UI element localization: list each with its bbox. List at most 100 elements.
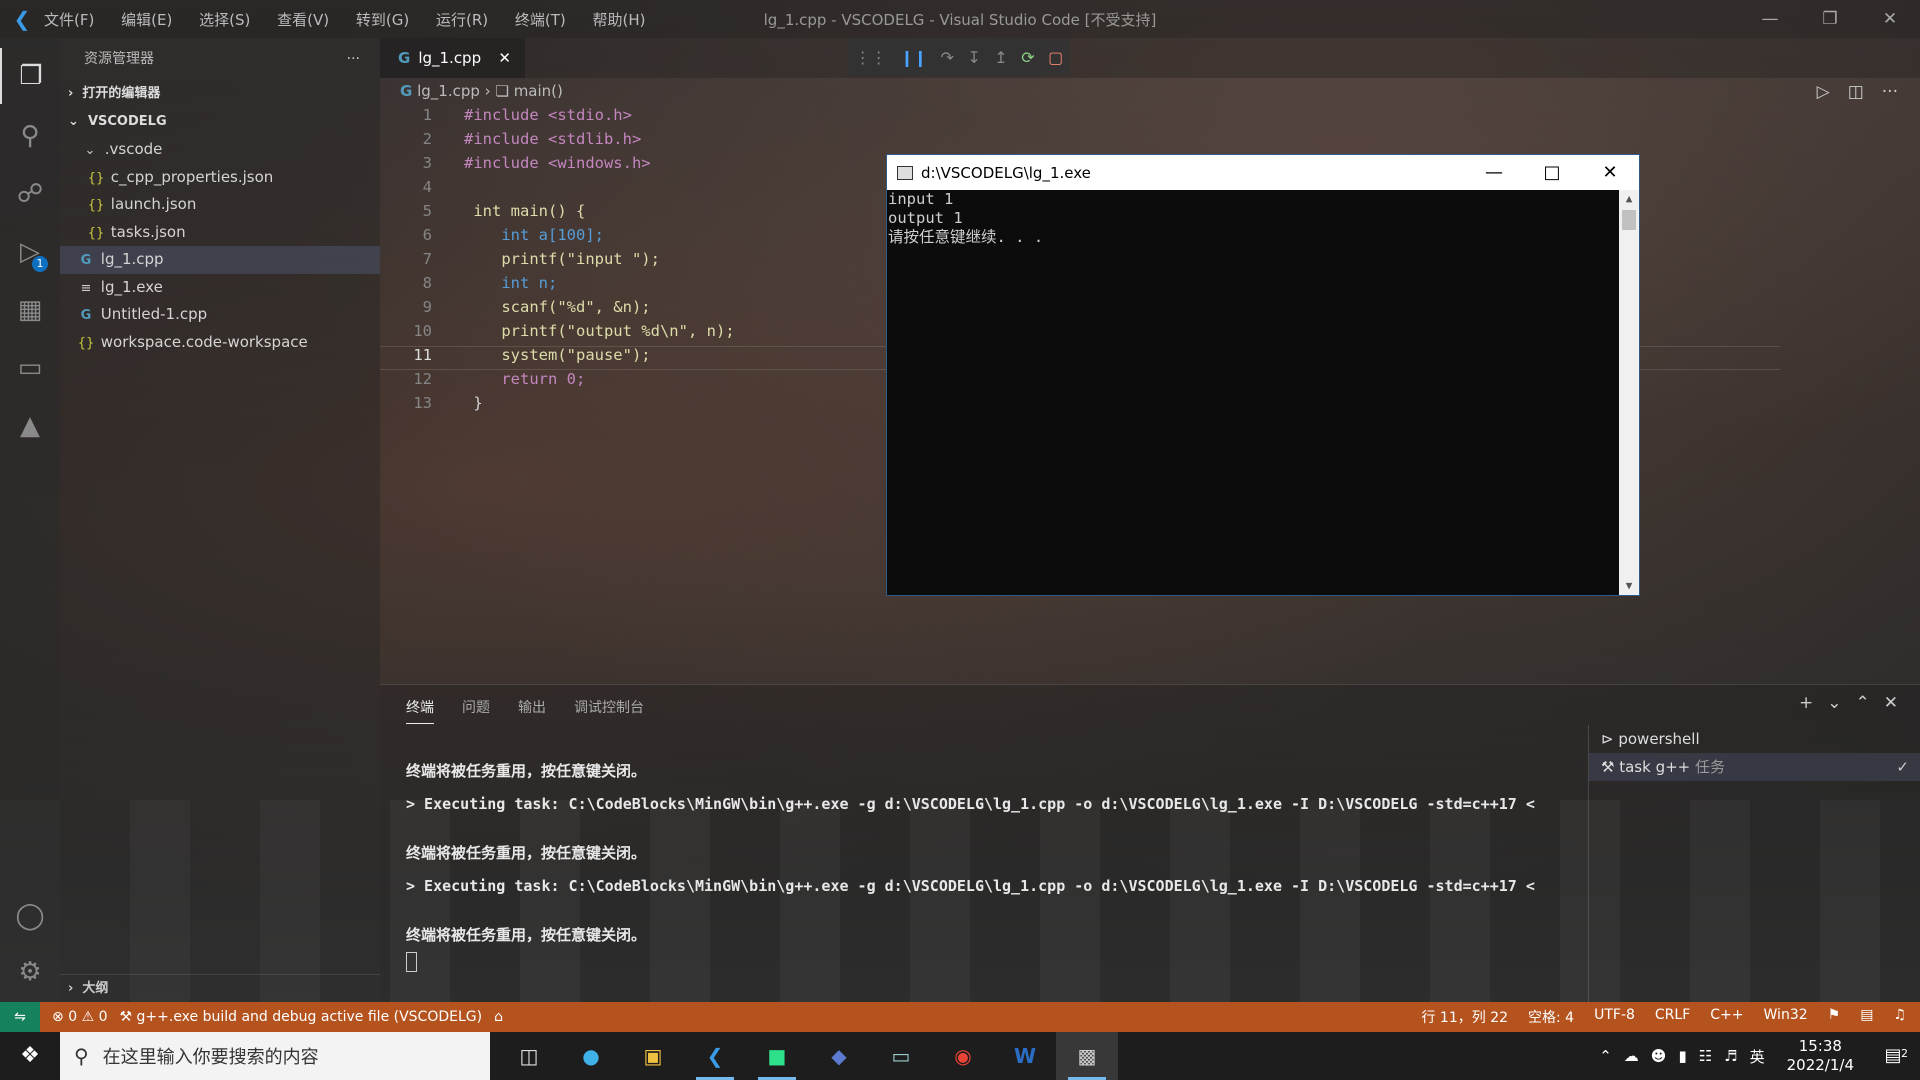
onedrive-icon[interactable]: ☁: [1624, 1047, 1639, 1065]
line-ending[interactable]: CRLF: [1655, 1007, 1690, 1027]
breadcrumb-file[interactable]: lg_1.cpp: [417, 82, 480, 100]
vscode-app-icon[interactable]: ❮: [684, 1032, 746, 1080]
stop-icon[interactable]: ▢: [1048, 48, 1063, 67]
tree-item-c-cpp-properties[interactable]: {} c_cpp_properties.json: [60, 164, 380, 192]
cursor-position[interactable]: 行 11，列 22: [1421, 1007, 1508, 1027]
terminal-item-task[interactable]: ⚒ task g++ 任务 ✓: [1589, 753, 1920, 781]
bell-icon[interactable]: ♫: [1893, 1007, 1906, 1027]
remote-explorer-icon[interactable]: ▭: [0, 340, 60, 396]
search-icon[interactable]: ⚲: [0, 108, 60, 164]
outline-section[interactable]: › 大纲: [60, 974, 380, 1002]
codeblocks-icon[interactable]: ◆: [808, 1032, 870, 1080]
menu-run[interactable]: 运行(R): [436, 11, 488, 29]
restart-icon[interactable]: ⟳: [1021, 48, 1034, 67]
tree-item-tasks-json[interactable]: {} tasks.json: [60, 219, 380, 247]
run-code-icon[interactable]: ▷: [1817, 82, 1830, 102]
menu-go[interactable]: 转到(G): [356, 11, 409, 29]
breadcrumb-symbol[interactable]: main(): [514, 82, 563, 100]
encoding[interactable]: UTF-8: [1594, 1007, 1635, 1027]
active-task[interactable]: ⚒ g++.exe build and debug active file (V…: [120, 1009, 483, 1025]
minimize-icon[interactable]: —: [1740, 0, 1800, 38]
workspace-folder-section[interactable]: ⌄ VSCODELG: [60, 108, 380, 136]
volume-icon[interactable]: ♬: [1724, 1047, 1737, 1065]
edge-icon[interactable]: ●: [560, 1032, 622, 1080]
tab-lg1-cpp[interactable]: G lg_1.cpp ✕: [380, 38, 525, 78]
indentation[interactable]: 空格: 4: [1528, 1007, 1574, 1027]
new-terminal-icon[interactable]: +: [1799, 693, 1813, 713]
tree-item-lg1-cpp[interactable]: G lg_1.cpp: [60, 246, 380, 274]
menu-selection[interactable]: 选择(S): [199, 11, 250, 29]
split-editor-icon[interactable]: ◫: [1848, 82, 1864, 102]
problems-indicator[interactable]: ⊗ 0 ⚠ 0: [52, 1009, 108, 1025]
network-icon[interactable]: ☷: [1699, 1047, 1712, 1065]
menu-edit[interactable]: 编辑(E): [121, 11, 172, 29]
tree-item-launch-json[interactable]: {} launch.json: [60, 191, 380, 219]
feedback-icon[interactable]: ⚑: [1828, 1007, 1841, 1027]
tab-problems[interactable]: 问题: [462, 697, 490, 724]
close-panel-icon[interactable]: ✕: [1884, 693, 1898, 713]
show-hidden-icons-icon[interactable]: ⌃: [1599, 1047, 1612, 1065]
close-tab-icon[interactable]: ✕: [498, 49, 511, 67]
drag-handle-icon[interactable]: ⋮⋮: [855, 48, 887, 67]
taskbar-search[interactable]: ⚲ 在这里输入你要搜索的内容: [60, 1032, 490, 1080]
menu-view[interactable]: 查看(V): [277, 11, 329, 29]
extensions-icon[interactable]: ▦: [0, 282, 60, 338]
account-icon[interactable]: ◯: [0, 888, 60, 944]
task-view-icon[interactable]: ◫: [498, 1032, 560, 1080]
console-scrollbar[interactable]: ▲ ▼: [1619, 190, 1639, 595]
file-explorer-icon[interactable]: ▣: [622, 1032, 684, 1080]
console-title-bar[interactable]: d:\VSCODELG\lg_1.exe — □ ✕: [887, 155, 1639, 190]
pycharm-icon[interactable]: ■: [746, 1032, 808, 1080]
more-actions-icon[interactable]: ···: [347, 38, 360, 80]
scroll-up-icon[interactable]: ▲: [1619, 190, 1639, 208]
notebook-icon[interactable]: ▤: [1860, 1007, 1873, 1027]
settings-gear-icon[interactable]: ⚙: [0, 944, 60, 1000]
scrollbar-thumb[interactable]: [1622, 210, 1636, 230]
minimize-icon[interactable]: —: [1465, 162, 1523, 183]
word-icon[interactable]: W: [994, 1032, 1056, 1080]
tree-item-vscode-folder[interactable]: ⌄ .vscode: [60, 136, 380, 164]
run-debug-icon[interactable]: ▷ 1: [0, 224, 60, 280]
console-app-icon[interactable]: ▩: [1056, 1032, 1118, 1080]
battery-icon[interactable]: ▮: [1678, 1047, 1686, 1065]
console-window[interactable]: d:\VSCODELG\lg_1.exe — □ ✕ input 1 outpu…: [886, 154, 1640, 596]
step-out-icon[interactable]: ↥: [994, 48, 1007, 67]
scroll-down-icon[interactable]: ▼: [1619, 577, 1639, 595]
restore-icon[interactable]: ❐: [1800, 0, 1860, 38]
chrome-icon[interactable]: ◉: [932, 1032, 994, 1080]
tree-item-lg1-exe[interactable]: ≡ lg_1.exe: [60, 274, 380, 302]
maximize-icon[interactable]: □: [1523, 162, 1581, 183]
clock[interactable]: 15:38 2022/1/4: [1787, 1037, 1854, 1075]
menu-help[interactable]: 帮助(H): [593, 11, 646, 29]
windows-start-icon[interactable]: ❖: [0, 1032, 60, 1080]
ime-indicator[interactable]: 英: [1750, 1046, 1765, 1067]
console-output[interactable]: input 1 output 1 请按任意键继续. . . ▲ ▼: [887, 190, 1639, 595]
tab-debug-console[interactable]: 调试控制台: [574, 697, 644, 724]
chevron-down-icon[interactable]: ⌄: [1827, 693, 1841, 713]
source-control-icon[interactable]: ☍: [0, 166, 60, 222]
open-editors-section[interactable]: › 打开的编辑器: [60, 80, 380, 108]
tree-item-untitled-cpp[interactable]: G Untitled-1.cpp: [60, 301, 380, 329]
remote-indicator-icon[interactable]: ⇋: [0, 1002, 40, 1032]
menu-file[interactable]: 文件(F): [44, 11, 94, 29]
platform[interactable]: Win32: [1764, 1007, 1808, 1027]
step-into-icon[interactable]: ↧: [967, 48, 980, 67]
close-icon[interactable]: ✕: [1860, 0, 1920, 38]
pause-icon[interactable]: ❙❙: [900, 48, 927, 67]
more-actions-icon[interactable]: ···: [1882, 82, 1898, 102]
qq-icon[interactable]: ☻: [1651, 1047, 1667, 1065]
maximize-panel-icon[interactable]: ⌃: [1856, 693, 1870, 713]
tab-output[interactable]: 输出: [518, 697, 546, 724]
home-icon[interactable]: ⌂: [494, 1009, 503, 1025]
triangle-extension-icon[interactable]: ▲: [0, 398, 60, 454]
menu-terminal[interactable]: 终端(T): [515, 11, 566, 29]
step-over-icon[interactable]: ↷: [941, 48, 954, 67]
language-mode[interactable]: C++: [1710, 1007, 1743, 1027]
notepad-icon[interactable]: ▭: [870, 1032, 932, 1080]
close-icon[interactable]: ✕: [1581, 162, 1639, 183]
notifications-icon[interactable]: ▤ 2: [1876, 1039, 1910, 1073]
tab-terminal[interactable]: 终端: [406, 697, 434, 724]
tree-item-workspace-file[interactable]: {} workspace.code-workspace: [60, 329, 380, 357]
explorer-icon[interactable]: ❐: [0, 48, 60, 104]
terminal-item-powershell[interactable]: ⊳ powershell: [1589, 725, 1920, 753]
